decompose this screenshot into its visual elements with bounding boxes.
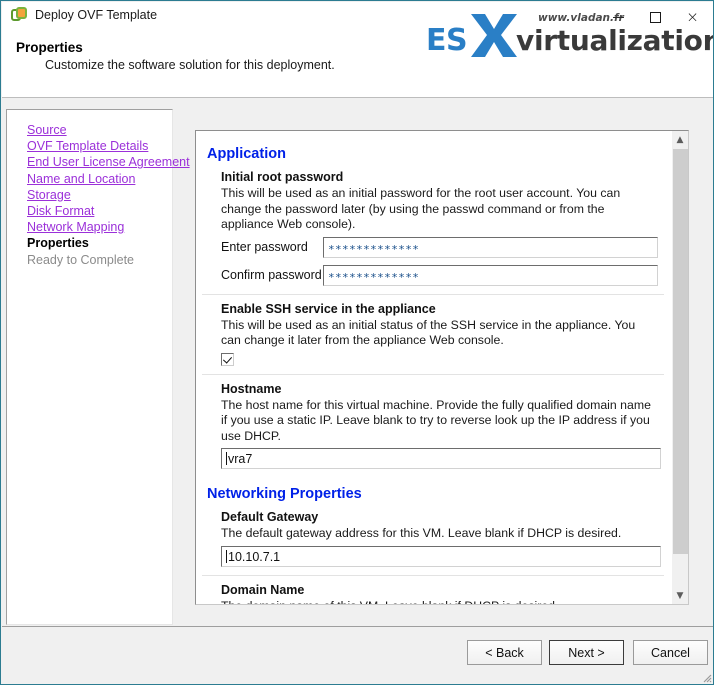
close-icon: × — [686, 7, 699, 26]
confirm-password-label: Confirm password — [221, 268, 322, 282]
scroll-up-arrow-icon[interactable]: ▲ — [672, 131, 688, 148]
title-bar-title-group: Deploy OVF Template — [11, 7, 157, 24]
logo-es-text: ES — [426, 23, 468, 58]
section-divider — [202, 293, 664, 295]
minimize-button[interactable] — [600, 4, 637, 30]
logo-x-icon — [471, 14, 517, 57]
wizard-footer: < Back Next > Cancel — [2, 627, 713, 684]
section-divider — [202, 373, 664, 375]
confirm-password-row: Confirm password ************* — [221, 264, 658, 286]
section-heading-application: Application — [207, 146, 286, 162]
property-hostname: Hostname The host name for this virtual … — [196, 381, 670, 469]
properties-scroll-content: Application Initial root password This w… — [196, 131, 670, 605]
page-title: Properties — [16, 40, 83, 55]
property-enable-ssh: Enable SSH service in the appliance This… — [196, 302, 670, 366]
properties-vertical-scrollbar[interactable]: ▲ ▼ — [671, 131, 688, 604]
sidebar-item-ready-to-complete: Ready to Complete — [27, 252, 135, 267]
maximize-button[interactable] — [637, 4, 674, 30]
enter-password-value: ************* — [328, 242, 420, 256]
property-domain-name: Domain Name The domain name of this VM. … — [196, 582, 670, 605]
ovf-template-icon — [11, 7, 28, 24]
sidebar-item-name-and-location[interactable]: Name and Location — [27, 171, 172, 187]
wizard-step-list: Source OVF Template Details End User Lic… — [6, 109, 190, 625]
enter-password-input[interactable]: ************* — [323, 236, 658, 258]
page-subtitle: Customize the software solution for this… — [45, 58, 335, 72]
close-button[interactable]: × — [674, 4, 711, 30]
property-label: Hostname — [221, 381, 282, 396]
wizard-body: Source OVF Template Details End User Lic… — [2, 98, 713, 684]
property-label: Default Gateway — [221, 510, 319, 524]
sidebar-item-storage[interactable]: Storage — [27, 187, 172, 203]
window-controls: × — [600, 4, 711, 30]
scroll-down-arrow-icon[interactable]: ▼ — [672, 587, 688, 604]
sidebar-item-ovf-template-details[interactable]: OVF Template Details — [27, 138, 172, 154]
sidebar-item-properties[interactable]: Properties — [27, 235, 172, 251]
scrollbar-thumb[interactable] — [673, 149, 688, 554]
title-bar: Deploy OVF Template www.vladan.fr ES vir… — [2, 2, 713, 98]
section-heading-networking-properties: Networking Properties — [207, 486, 362, 502]
enable-ssh-checkbox[interactable] — [221, 352, 234, 366]
next-button[interactable]: Next > — [549, 640, 624, 665]
property-label: Initial root password — [221, 170, 344, 184]
property-default-gateway: Default Gateway The default gateway addr… — [196, 510, 670, 567]
sidebar-item-source[interactable]: Source — [27, 122, 172, 138]
property-description: The domain name of this VM. Leave blank … — [221, 599, 658, 605]
cancel-button[interactable]: Cancel — [633, 640, 708, 665]
back-button[interactable]: < Back — [467, 640, 542, 665]
property-initial-root-password: Initial root password This will be used … — [196, 170, 670, 286]
property-label: Enable SSH service in the appliance — [221, 301, 436, 316]
property-description: The host name for this virtual machine. … — [221, 397, 651, 443]
sidebar-item-network-mapping[interactable]: Network Mapping — [27, 219, 172, 235]
properties-panel: Application Initial root password This w… — [195, 130, 689, 605]
default-gateway-value: 10.10.7.1 — [228, 549, 281, 564]
default-gateway-input[interactable]: 10.10.7.1 — [221, 545, 661, 567]
hostname-value: vra7 — [228, 452, 253, 466]
property-description: This will be used as an initial status o… — [221, 317, 636, 348]
sidebar-item-disk-format[interactable]: Disk Format — [27, 203, 172, 219]
property-label: Domain Name — [221, 582, 305, 597]
enter-password-row: Enter password ************* — [221, 236, 658, 258]
section-divider — [202, 574, 664, 576]
hostname-input[interactable]: vra7 — [221, 448, 661, 469]
window-title: Deploy OVF Template — [35, 8, 158, 22]
sidebar-item-end-user-license-agreement[interactable]: End User License Agreement — [27, 154, 190, 170]
enter-password-label: Enter password — [221, 240, 308, 254]
confirm-password-input[interactable]: ************* — [323, 264, 658, 286]
deploy-ovf-template-window: Deploy OVF Template www.vladan.fr ES vir… — [0, 0, 714, 685]
confirm-password-value: ************* — [328, 270, 420, 284]
property-description: This will be used as an initial password… — [221, 186, 621, 231]
property-description: The default gateway address for this VM.… — [221, 526, 622, 540]
resize-grip-icon[interactable] — [699, 670, 712, 683]
